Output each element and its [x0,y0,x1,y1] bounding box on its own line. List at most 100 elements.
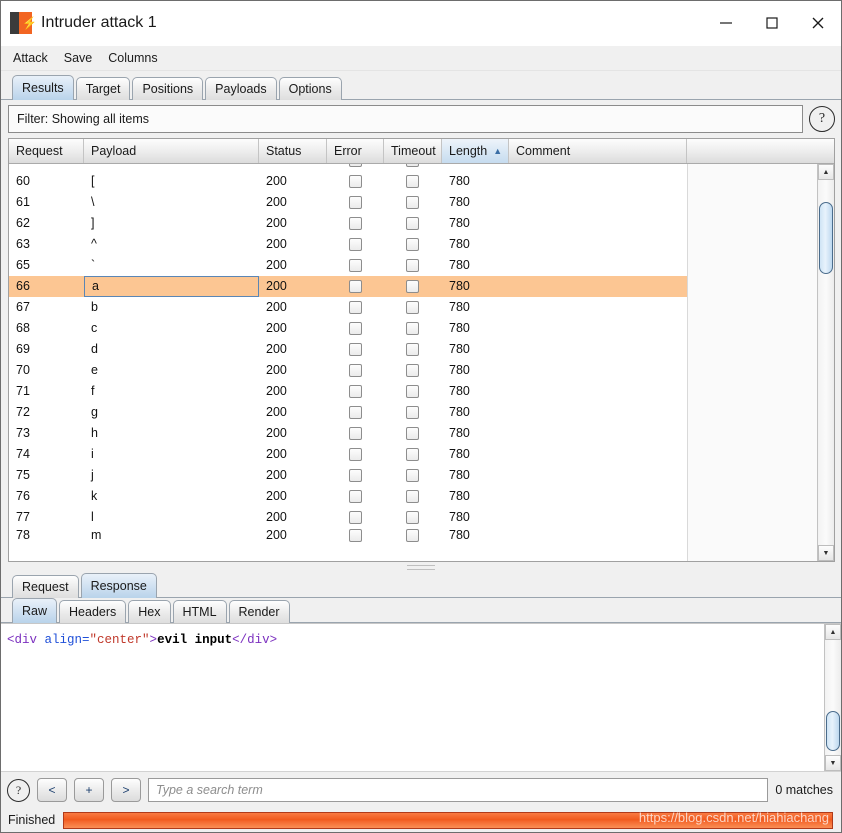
results-scroll-down-button[interactable]: ▼ [818,545,834,561]
checkbox-icon[interactable] [406,259,419,272]
checkbox-icon[interactable] [406,196,419,209]
response-raw-text[interactable]: <div align="center">evil input</div> [1,624,824,771]
cell-error[interactable] [327,381,384,402]
cell-timeout[interactable] [384,402,442,423]
search-add-button[interactable]: + [74,778,104,802]
checkbox-icon[interactable] [349,238,362,251]
checkbox-icon[interactable] [406,280,419,293]
checkbox-icon[interactable] [406,301,419,314]
checkbox-icon[interactable] [349,259,362,272]
cell-timeout[interactable] [384,297,442,318]
checkbox-icon[interactable] [406,175,419,188]
checkbox-icon[interactable] [406,385,419,398]
checkbox-icon[interactable] [406,343,419,356]
cell-timeout[interactable] [384,318,442,339]
cell-timeout[interactable] [384,423,442,444]
tab-positions[interactable]: Positions [132,77,204,100]
cell-error[interactable] [327,213,384,234]
tab-request[interactable]: Request [12,575,79,598]
tab-html[interactable]: HTML [172,600,227,623]
checkbox-icon[interactable] [349,175,362,188]
results-table-body[interactable]: 31>200 780 60 [200 780 61 \ 200 780 62] 200 780 63 ^ 2… [9,164,817,561]
checkbox-icon[interactable] [349,427,362,440]
checkbox-icon[interactable] [406,469,419,482]
cell-error[interactable] [327,360,384,381]
response-scroll-up-button[interactable]: ▲ [825,624,841,640]
cell-timeout[interactable] [384,381,442,402]
close-button[interactable] [795,1,841,45]
tab-raw[interactable]: Raw [12,598,58,623]
cell-timeout[interactable] [384,276,442,297]
help-icon[interactable]: ? [809,106,835,132]
tab-response[interactable]: Response [80,573,157,598]
tab-render[interactable]: Render [228,600,290,623]
checkbox-icon[interactable] [406,427,419,440]
checkbox-icon[interactable] [349,490,362,503]
column-header-length[interactable]: Length ▲ [442,139,509,163]
cell-error[interactable] [327,486,384,507]
checkbox-icon[interactable] [349,469,362,482]
cell-timeout[interactable] [384,164,442,171]
cell-timeout[interactable] [384,171,442,192]
column-header-payload[interactable]: Payload [84,139,259,163]
checkbox-icon[interactable] [349,196,362,209]
response-scroll-thumb[interactable] [826,711,840,751]
results-scroll-up-button[interactable]: ▲ [818,164,834,180]
menu-item-save[interactable]: Save [64,50,93,66]
results-scroll-thumb[interactable] [819,202,833,274]
column-header-request[interactable]: Request [9,139,84,163]
results-vertical-scrollbar[interactable]: ▲ ▼ [817,164,834,561]
response-vertical-scrollbar[interactable]: ▲ ▼ [824,624,841,771]
menu-item-columns[interactable]: Columns [108,50,157,66]
cell-timeout[interactable] [384,465,442,486]
checkbox-icon[interactable] [349,528,362,542]
cell-error[interactable] [327,402,384,423]
panel-splitter[interactable] [1,562,841,572]
cell-error[interactable] [327,423,384,444]
tab-headers[interactable]: Headers [59,600,127,623]
menu-item-attack[interactable]: Attack [13,50,48,66]
checkbox-icon[interactable] [406,322,419,335]
cell-error[interactable] [327,255,384,276]
checkbox-icon[interactable] [406,406,419,419]
search-next-button[interactable]: > [111,778,141,802]
filter-bar[interactable]: Filter: Showing all items [8,105,803,133]
search-help-icon[interactable]: ? [7,778,30,802]
results-scroll-track[interactable] [818,180,834,545]
checkbox-icon[interactable] [349,322,362,335]
checkbox-icon[interactable] [349,280,362,293]
column-header-status[interactable]: Status [259,139,327,163]
checkbox-icon[interactable] [406,364,419,377]
checkbox-icon[interactable] [349,164,362,167]
cell-timeout[interactable] [384,486,442,507]
response-scroll-track[interactable] [825,640,841,755]
checkbox-icon[interactable] [349,217,362,230]
cell-timeout[interactable] [384,444,442,465]
tab-options[interactable]: Options [278,77,342,100]
cell-timeout[interactable] [384,213,442,234]
cell-error[interactable] [327,444,384,465]
minimize-button[interactable] [703,1,749,45]
cell-error[interactable] [327,297,384,318]
checkbox-icon[interactable] [406,238,419,251]
tab-target[interactable]: Target [75,77,131,100]
cell-timeout[interactable] [384,339,442,360]
tab-results[interactable]: Results [12,75,74,100]
cell-error[interactable] [327,171,384,192]
cell-timeout[interactable] [384,192,442,213]
cell-timeout[interactable] [384,255,442,276]
cell-error[interactable] [327,318,384,339]
checkbox-icon[interactable] [406,448,419,461]
checkbox-icon[interactable] [406,511,419,524]
cell-error[interactable] [327,528,384,542]
cell-error[interactable] [327,192,384,213]
cell-error[interactable] [327,465,384,486]
cell-error[interactable] [327,507,384,528]
tab-payloads[interactable]: Payloads [205,77,277,100]
cell-timeout[interactable] [384,360,442,381]
checkbox-icon[interactable] [349,343,362,356]
cell-error[interactable] [327,164,384,171]
cell-timeout[interactable] [384,528,442,542]
cell-timeout[interactable] [384,234,442,255]
search-prev-button[interactable]: < [37,778,67,802]
